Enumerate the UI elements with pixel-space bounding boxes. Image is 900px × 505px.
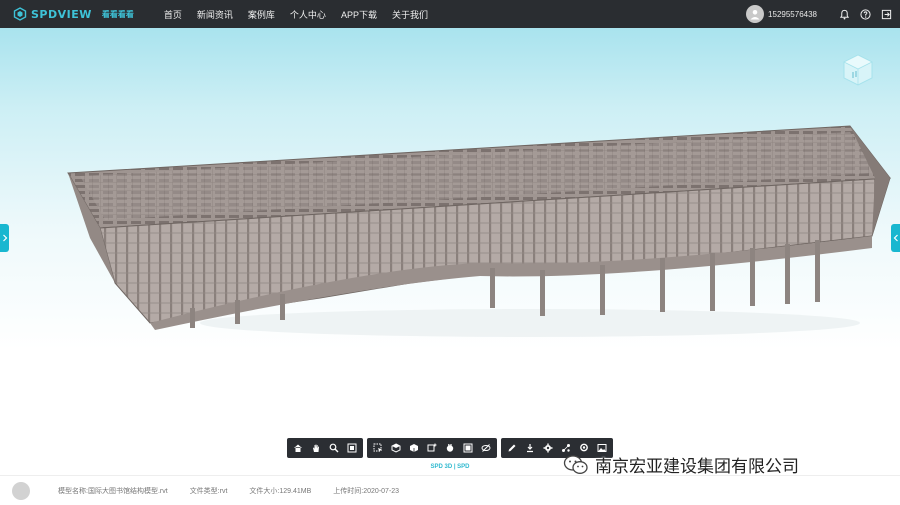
nav-about-us[interactable]: 关于我们 bbox=[392, 8, 428, 21]
brand-sub: 看看看看 bbox=[101, 9, 134, 19]
left-panel-toggle[interactable] bbox=[0, 224, 9, 252]
user-avatar[interactable] bbox=[746, 5, 765, 23]
hexagon-logo-icon bbox=[13, 7, 27, 21]
file-size-field: 文件大小:129.41MB bbox=[249, 486, 311, 496]
zoom-icon[interactable] bbox=[325, 439, 343, 457]
file-type-label: 文件类型: bbox=[189, 487, 220, 495]
file-size-label: 文件大小: bbox=[249, 487, 280, 495]
watermark-text: 南京宏亚建设集团有限公司 bbox=[595, 457, 799, 477]
cube-icon[interactable] bbox=[387, 439, 405, 457]
pencil-icon[interactable] bbox=[503, 439, 521, 457]
top-navigation-bar: SPDVIEW 看看看看 首页 新闻资讯 案例库 个人中心 APP下载 关于我们… bbox=[0, 0, 900, 28]
wechat-icon bbox=[563, 454, 588, 474]
hide-icon[interactable] bbox=[477, 439, 495, 457]
nav-home[interactable]: 首页 bbox=[164, 8, 182, 21]
model-name-value: 国际大图书馆结构模型.rvt bbox=[87, 487, 168, 495]
properties-icon[interactable] bbox=[459, 439, 477, 457]
upload-time-value: 2020-07-23 bbox=[363, 487, 400, 495]
user-phone[interactable]: 15295576438 bbox=[768, 10, 817, 19]
main-nav: 首页 新闻资讯 案例库 个人中心 APP下载 关于我们 bbox=[164, 8, 443, 21]
file-type-field: 文件类型:rvt bbox=[190, 486, 228, 496]
nav-app-download[interactable]: APP下载 bbox=[341, 8, 377, 21]
viewcube-icon[interactable] bbox=[842, 53, 874, 87]
box-add-icon[interactable] bbox=[423, 439, 441, 457]
file-type-value: rvt bbox=[219, 487, 228, 495]
logout-icon[interactable] bbox=[880, 8, 892, 20]
fit-view-icon[interactable] bbox=[343, 439, 361, 457]
model-info-bar: 模型名称:国际大图书馆结构模型.rvt 文件类型:rvt 文件大小:129.41… bbox=[0, 475, 900, 505]
brand-logo[interactable]: SPDVIEW 看看看看 bbox=[13, 0, 134, 28]
toolbar-group-model bbox=[367, 438, 497, 458]
file-size-value: 129.41MB bbox=[279, 487, 312, 495]
3d-viewport[interactable]: SPD 3D | SPD bbox=[0, 28, 900, 475]
owner-avatar[interactable] bbox=[12, 481, 30, 500]
user-icon bbox=[750, 10, 760, 20]
settings-icon[interactable] bbox=[539, 439, 557, 457]
help-icon[interactable] bbox=[859, 8, 871, 20]
user-area: 15295576438 bbox=[746, 0, 892, 28]
model-name-field: 模型名称:国际大图书馆结构模型.rvt bbox=[58, 486, 168, 496]
chevron-right-icon bbox=[2, 234, 7, 242]
upload-time-label: 上传时间: bbox=[333, 487, 364, 495]
toolbar-group-navigation bbox=[287, 438, 363, 458]
nav-cases[interactable]: 案例库 bbox=[248, 8, 275, 21]
building-structure-model[interactable] bbox=[60, 118, 900, 338]
measure-icon[interactable] bbox=[521, 439, 539, 457]
section-cube-icon[interactable] bbox=[405, 439, 423, 457]
nav-personal-center[interactable]: 个人中心 bbox=[290, 8, 326, 21]
nav-news[interactable]: 新闻资讯 bbox=[197, 8, 233, 21]
upload-time-field: 上传时间:2020-07-23 bbox=[333, 486, 399, 496]
pan-hand-icon[interactable] bbox=[307, 439, 325, 457]
home-icon[interactable] bbox=[289, 439, 307, 457]
model-name-label: 模型名称: bbox=[58, 487, 88, 495]
hand-icon[interactable] bbox=[441, 439, 459, 457]
select-box-icon[interactable] bbox=[369, 439, 387, 457]
bell-icon[interactable] bbox=[838, 8, 850, 20]
watermark: 南京宏亚建设集团有限公司 bbox=[563, 452, 799, 477]
brand-name: SPDVIEW bbox=[31, 7, 92, 21]
